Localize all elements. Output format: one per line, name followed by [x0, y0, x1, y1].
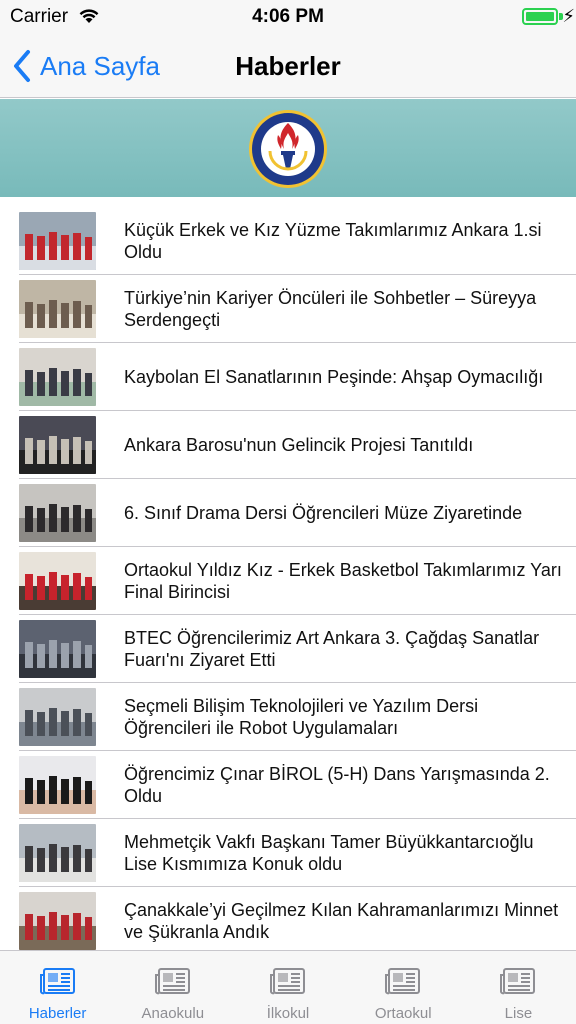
newspaper-icon: [385, 968, 421, 995]
news-thumbnail: [19, 280, 96, 338]
news-item[interactable]: Türkiye’nin Kariyer Öncüleri ile Sohbetl…: [0, 275, 576, 343]
news-list: Küçük Erkek ve Kız Yüzme Takımlarımız An…: [0, 207, 576, 955]
news-title: BTEC Öğrencilerimiz Art Ankara 3. Çağdaş…: [124, 628, 540, 670]
newspaper-icon: [154, 968, 190, 995]
tab-lise[interactable]: Lise: [461, 951, 576, 1024]
tab-ortaokul[interactable]: Ortaokul: [346, 951, 461, 1024]
tab-anaokulu[interactable]: Anaokulu: [115, 951, 230, 1024]
status-bar: Carrier 4:06 PM ⚡: [0, 0, 576, 34]
news-thumbnail: [19, 620, 96, 678]
news-title: 6. Sınıf Drama Dersi Öğrencileri Müze Zi…: [124, 503, 523, 523]
news-thumbnail: [19, 688, 96, 746]
status-time: 4:06 PM: [252, 6, 324, 27]
news-item[interactable]: Ortaokul Yıldız Kız - Erkek Basketbol Ta…: [0, 547, 576, 615]
header-banner: [0, 99, 576, 197]
news-title: Mehmetçik Vakfı Başkanı Tamer Büyükkanta…: [124, 832, 534, 874]
news-thumbnail: [19, 484, 96, 542]
page-title: Haberler: [235, 51, 341, 81]
tab-label: Haberler: [28, 1005, 87, 1022]
news-title: Ortaokul Yıldız Kız - Erkek Basketbol Ta…: [124, 560, 562, 602]
news-thumbnail: [19, 212, 96, 270]
charging-icon: ⚡: [562, 6, 575, 26]
news-thumbnail: [19, 348, 96, 406]
news-thumbnail: [19, 552, 96, 610]
tab-label: Lise: [504, 1005, 533, 1022]
news-item[interactable]: Kaybolan El Sanatlarının Peşinde: Ahşap …: [0, 343, 576, 411]
news-item[interactable]: Küçük Erkek ve Kız Yüzme Takımlarımız An…: [0, 207, 576, 275]
school-emblem-icon: [249, 110, 327, 188]
battery-icon: [522, 8, 558, 25]
news-item[interactable]: Ankara Barosu'nun Gelincik Projesi Tanıt…: [0, 411, 576, 479]
news-title: Çanakkale’yi Geçilmez Kılan Kahramanları…: [124, 900, 559, 942]
news-item[interactable]: 6. Sınıf Drama Dersi Öğrencileri Müze Zi…: [0, 479, 576, 547]
news-title: Küçük Erkek ve Kız Yüzme Takımlarımız An…: [124, 220, 542, 262]
news-item[interactable]: Çanakkale’yi Geçilmez Kılan Kahramanları…: [0, 887, 576, 955]
navigation-bar: Ana Sayfa Haberler: [0, 34, 576, 98]
news-item[interactable]: Mehmetçik Vakfı Başkanı Tamer Büyükkanta…: [0, 819, 576, 887]
news-item[interactable]: Seçmeli Bilişim Teknolojileri ve Yazılım…: [0, 683, 576, 751]
news-thumbnail: [19, 824, 96, 882]
news-title: Öğrencimiz Çınar BİROL (5-H) Dans Yarışm…: [124, 764, 550, 806]
news-item[interactable]: BTEC Öğrencilerimiz Art Ankara 3. Çağdaş…: [0, 615, 576, 683]
newspaper-icon: [500, 968, 536, 995]
news-thumbnail: [19, 416, 96, 474]
newspaper-icon: [39, 968, 75, 995]
tab-haberler[interactable]: Haberler: [0, 951, 115, 1024]
tab-label: Anaokulu: [141, 1005, 205, 1022]
news-title: Ankara Barosu'nun Gelincik Projesi Tanıt…: [124, 435, 474, 455]
newspaper-icon: [270, 968, 305, 995]
tab-label: Ortaokul: [374, 1005, 432, 1022]
news-title: Kaybolan El Sanatlarının Peşinde: Ahşap …: [124, 367, 544, 387]
tab-label: İlkokul: [266, 1005, 310, 1022]
news-item[interactable]: Öğrencimiz Çınar BİROL (5-H) Dans Yarışm…: [0, 751, 576, 819]
tab-bar: Haberler Anaokulu İlkokul Ortaokul Lise: [0, 950, 576, 1024]
news-title: Türkiye’nin Kariyer Öncüleri ile Sohbetl…: [124, 288, 537, 330]
tab-i̇lkokul[interactable]: İlkokul: [230, 951, 345, 1024]
news-thumbnail: [19, 892, 96, 950]
news-thumbnail: [19, 756, 96, 814]
news-title: Seçmeli Bilişim Teknolojileri ve Yazılım…: [124, 696, 479, 738]
